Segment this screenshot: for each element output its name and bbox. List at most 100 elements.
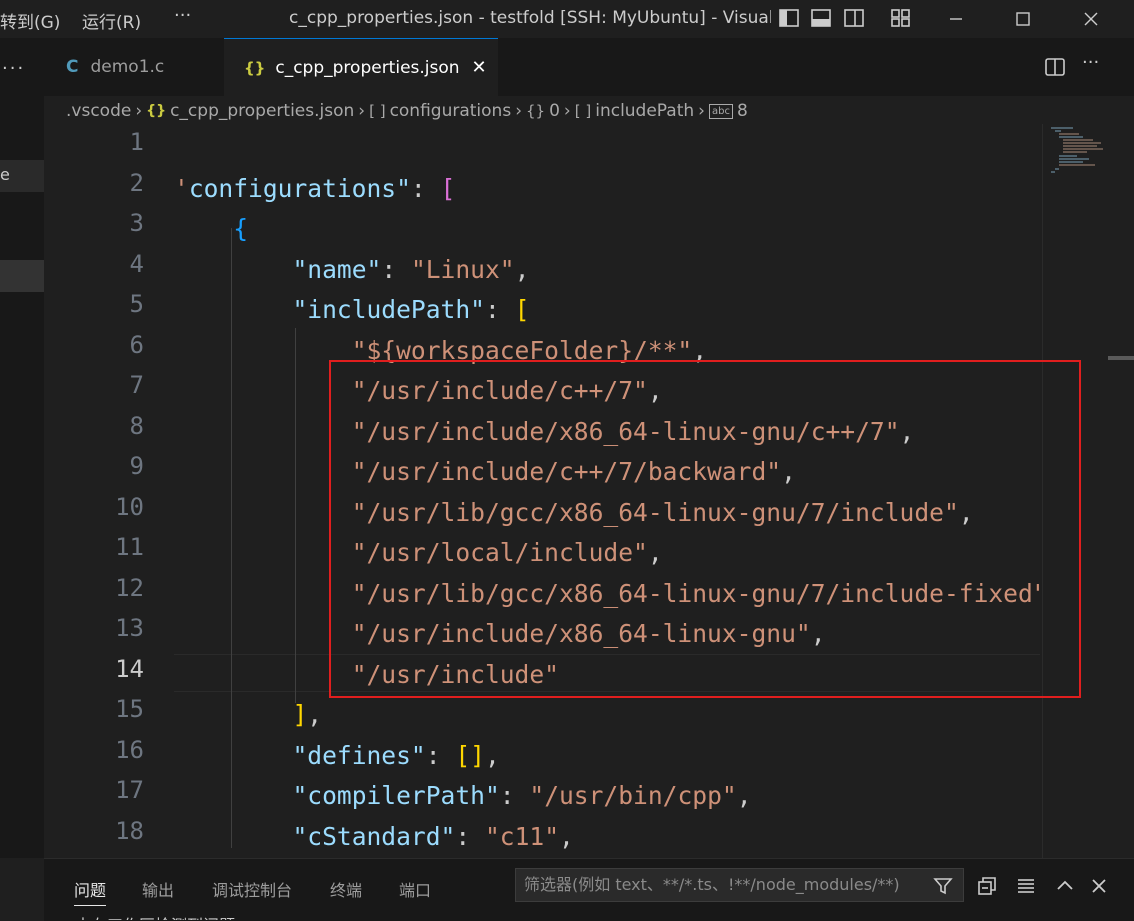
array-icon: [ ] [369,102,386,120]
code-token: "/usr/bin/cpp" [529,781,737,810]
chevron-right-icon: › [698,101,705,121]
code-token: [ [440,173,456,203]
maximize-button[interactable] [1000,0,1046,38]
code-line[interactable]: "name": "Linux", [174,250,529,290]
code-token: : [381,254,411,284]
code-token: ] [292,700,308,729]
code-line[interactable]: "compilerPath": "/usr/bin/cpp", [174,776,751,816]
breadcrumb-item[interactable]: .vscode [66,101,131,121]
code-token: "Linux" [410,254,515,284]
minimap-preview [1051,127,1103,173]
problems-filter-input[interactable]: 筛选器(例如 text、**/*.ts、!**/node_modules/**) [515,868,964,902]
c-file-icon: C [66,57,79,77]
json-file-icon: {} [244,58,266,77]
vertical-scrollbar-thumb[interactable] [1108,356,1134,360]
tab-terminal[interactable]: 终端 [330,877,362,901]
collapse-all-icon[interactable] [976,875,998,897]
chevron-right-icon: › [563,101,571,121]
array-icon: [ ] [574,102,592,120]
tab-problems[interactable]: 问题 [74,877,107,906]
editor-tab-bar: C demo1.c {} c_cpp_properties.json ✕ ··· [44,38,1134,96]
sidebar-item-selected[interactable] [0,260,44,292]
maximize-panel-icon[interactable] [1054,875,1076,897]
code-token: configurations" [188,173,411,203]
menu-go[interactable]: 转到(G) [0,8,60,33]
editor-more-actions-icon[interactable]: ··· [1082,52,1099,73]
breadcrumb-item[interactable]: includePath [595,101,694,121]
line-number: 17 [115,776,144,804]
tab-ports[interactable]: 端口 [399,877,431,901]
line-number: 9 [129,452,144,480]
toggle-secondary-sidebar-icon[interactable] [843,7,865,29]
code-token: "cStandard" [292,821,456,851]
close-window-button[interactable] [1068,0,1114,38]
close-panel-icon[interactable] [1088,875,1110,897]
object-icon: {} [526,102,546,120]
sidebar-more-icon[interactable]: ··· [2,58,25,79]
line-number: 1 [129,128,144,156]
breadcrumb-item[interactable]: 0 [549,101,560,121]
code-line[interactable]: "defines": [], [174,736,499,776]
code-token: [] [455,740,485,770]
code-token: { [233,214,249,243]
breadcrumb-item[interactable]: configurations [390,101,512,121]
line-number: 16 [115,735,144,764]
line-number: 3 [129,209,144,237]
line-number: 12 [115,573,144,602]
line-number: 4 [129,249,144,278]
code-line[interactable]: { [174,209,248,249]
filter-icon[interactable] [932,875,954,897]
breadcrumb-item[interactable]: c_cpp_properties.json [170,101,354,121]
customize-layout-icon[interactable] [890,7,912,29]
line-number: 14 [115,654,144,683]
minimize-button[interactable] [933,0,979,38]
code-line[interactable]: "cStandard": "c11", [174,817,574,857]
menu-run[interactable]: 运行(R) [82,8,141,33]
line-number: 6 [129,330,144,359]
tab-c-cpp-properties-json[interactable]: {} c_cpp_properties.json ✕ [224,38,498,96]
split-editor-icon[interactable] [1044,56,1066,78]
vertical-scrollbar-track[interactable] [1108,124,1134,858]
line-number: 2 [129,168,144,197]
tab-label: c_cpp_properties.json [275,57,460,78]
menu-more-button[interactable]: ··· [174,5,191,26]
code-token: : [499,781,530,810]
code-token: , [307,700,323,729]
highlight-box [329,360,1081,698]
close-tab-icon[interactable]: ✕ [472,57,487,78]
breadcrumb-item[interactable]: 8 [737,101,748,121]
toggle-panel-icon[interactable] [810,7,832,29]
code-token: , [559,821,574,851]
code-token: : [425,740,456,770]
line-number: 5 [129,290,144,318]
tab-debug-console[interactable]: 调试控制台 [212,877,292,901]
line-number: 18 [115,816,144,845]
sidebar-item[interactable]: e [0,160,44,192]
tab-demo1-c[interactable]: C demo1.c [44,38,222,96]
code-line[interactable]: "includePath": [ [174,290,529,330]
code-token: : [455,821,485,851]
code-token: : [410,173,441,203]
line-number: 7 [129,371,144,399]
code-line[interactable]: ], [174,695,322,735]
view-as-list-icon[interactable] [1015,875,1037,897]
chevron-right-icon: › [515,101,522,121]
code-line[interactable]: 'configurations": [ [174,169,455,209]
code-token: "defines" [292,740,426,770]
line-number: 8 [129,411,144,440]
tab-output[interactable]: 输出 [142,877,174,901]
code-token: "compilerPath" [292,781,500,810]
toggle-primary-sidebar-icon[interactable] [778,7,800,29]
